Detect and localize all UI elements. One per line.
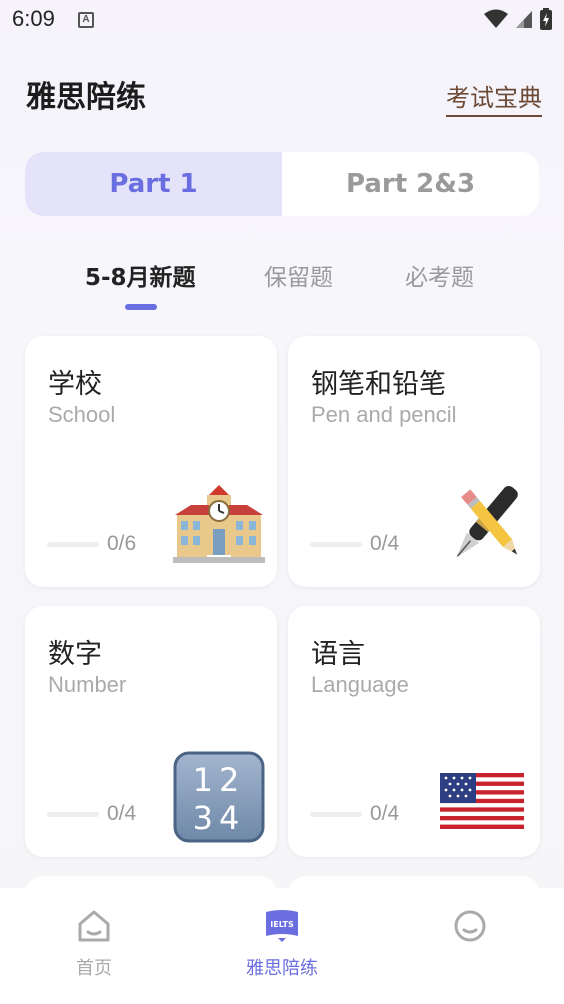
card-subtitle: Pen and pencil: [311, 402, 457, 427]
school-building-icon: [173, 485, 265, 563]
status-bar: 6:09 A: [0, 0, 564, 40]
tab-part-2-3[interactable]: Part 2&3: [282, 152, 539, 216]
notification-icon: A: [78, 12, 94, 28]
wifi-icon: [484, 9, 508, 28]
card-subtitle: Language: [311, 672, 409, 697]
topic-card-school[interactable]: 学校 School 0/6: [25, 336, 277, 587]
bottom-nav: 首页 IELTS 雅思陪练: [0, 888, 564, 1004]
progress-bar: [310, 812, 362, 817]
battery-icon: [540, 8, 552, 30]
subtab-must-test-questions[interactable]: 必考题: [405, 258, 474, 292]
card-title: 语言: [311, 639, 365, 670]
topic-card-number[interactable]: 数字 Number 0/4 12 34: [25, 606, 277, 857]
home-icon: [78, 910, 110, 942]
profile-face-icon: [454, 910, 486, 942]
exam-guide-link[interactable]: 考试宝典: [446, 78, 542, 117]
status-icons: [484, 8, 552, 30]
subtab-indicator: [125, 304, 157, 310]
subtab-retained-questions[interactable]: 保留题: [264, 258, 333, 292]
topic-card-language[interactable]: 语言 Language 0/4: [288, 606, 540, 857]
numbers-top-text: 12: [193, 761, 246, 799]
card-progress: 0/4: [370, 802, 400, 825]
card-progress: 0/6: [107, 532, 137, 555]
ielts-book-icon: IELTS: [266, 910, 298, 942]
nav-profile[interactable]: [410, 908, 530, 954]
question-subtabs: 5-8月新题 保留题 必考题: [0, 258, 564, 314]
progress-bar: [47, 542, 99, 547]
progress-bar: [310, 542, 362, 547]
progress-bar: [47, 812, 99, 817]
subtab-new-questions[interactable]: 5-8月新题: [85, 258, 196, 292]
card-progress: 0/4: [107, 802, 137, 825]
tab-part-1[interactable]: Part 1: [25, 152, 282, 216]
card-title: 数字: [48, 639, 102, 670]
numbers-bottom-text: 34: [193, 799, 246, 837]
card-title: 钢笔和铅笔: [311, 369, 446, 400]
card-subtitle: School: [48, 402, 116, 427]
status-time: 6:09: [12, 6, 55, 31]
topic-card-pen-and-pencil[interactable]: 钢笔和铅笔 Pen and pencil 0/4: [288, 336, 540, 587]
part-segment-control: Part 1 Part 2&3: [25, 152, 539, 216]
numbers-1234-icon: 12 34: [173, 751, 265, 843]
card-subtitle: Number: [48, 672, 127, 697]
nav-home[interactable]: 首页: [34, 908, 154, 980]
nav-ielts-practice[interactable]: IELTS 雅思陪练: [222, 908, 342, 980]
pen-and-pencil-icon: [456, 486, 518, 558]
card-title: 学校: [48, 369, 102, 400]
us-flag-icon: [440, 773, 524, 829]
ielts-icon-text: IELTS: [270, 920, 294, 929]
page-title: 雅思陪练: [26, 80, 146, 115]
nav-home-label: 首页: [76, 958, 112, 979]
card-progress: 0/4: [370, 532, 400, 555]
cell-signal-icon: [516, 11, 532, 28]
nav-ielts-practice-label: 雅思陪练: [246, 958, 318, 979]
